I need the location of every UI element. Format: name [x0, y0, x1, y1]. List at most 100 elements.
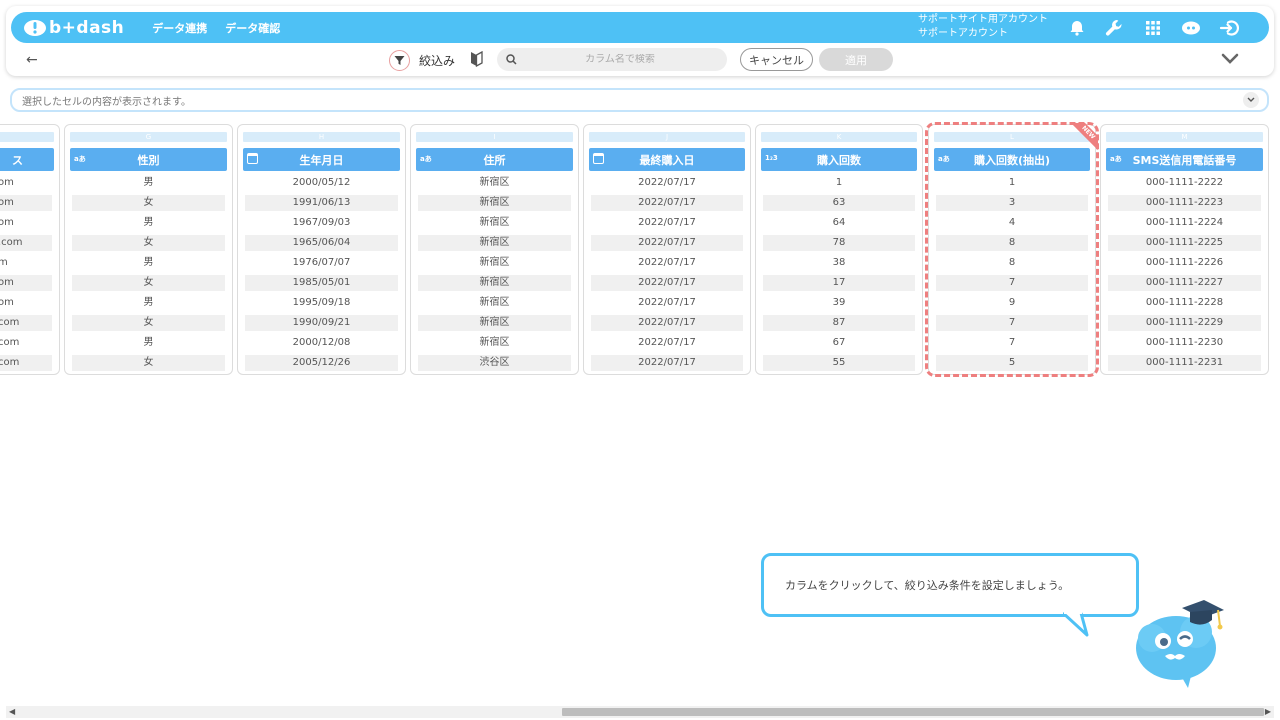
horizontal-scrollbar[interactable]: ◀ ▶ [6, 706, 1274, 718]
bell-icon[interactable] [1067, 18, 1087, 38]
account-info[interactable]: サポートサイト用アカウント サポートアカウント [918, 13, 1048, 41]
grid-cell[interactable]: 1991/06/13 [245, 195, 398, 211]
grid-cell[interactable]: 男 [72, 295, 225, 311]
logo[interactable]: b+dash [23, 18, 124, 38]
column-header[interactable]: aあ 住所 [416, 148, 573, 171]
grid-cell[interactable]: 新宿区 [418, 275, 571, 291]
grid-cell[interactable]: 2022/07/17 [591, 175, 743, 191]
grid-cell[interactable]: 1967/09/03 [245, 215, 398, 231]
column-search-box[interactable] [497, 48, 727, 71]
grid-cell[interactable]: 39 [763, 295, 915, 311]
scroll-left-icon[interactable]: ◀ [9, 707, 15, 716]
grid-cell[interactable]: 新宿区 [418, 335, 571, 351]
grid-cell[interactable]: 2000/05/12 [245, 175, 398, 191]
scroll-right-icon[interactable]: ▶ [1265, 707, 1271, 716]
column-header[interactable]: ス [0, 148, 54, 171]
grid-cell[interactable]: 男 [72, 215, 225, 231]
grid-cell[interactable]: 2022/07/17 [591, 295, 743, 311]
grid-cell[interactable]: 1995/09/18 [245, 295, 398, 311]
nav-data-integration[interactable]: データ連携 [152, 20, 207, 36]
grid-cell[interactable]: 2022/07/17 [591, 255, 743, 271]
grid-cell[interactable]: 渋谷区 [418, 355, 571, 371]
column-header[interactable]: aあ 性別 [70, 148, 227, 171]
grid-cell[interactable]: 1985/05/01 [245, 275, 398, 291]
grid-cell[interactable]: 女 [72, 275, 225, 291]
grid-cell[interactable]: 000-1111-2228 [1108, 295, 1261, 311]
scrollbar-thumb[interactable] [562, 708, 1264, 716]
apps-grid-icon[interactable] [1143, 18, 1163, 38]
grid-cell[interactable]: 2022/07/17 [591, 235, 743, 251]
back-arrow-icon[interactable]: ← [26, 52, 38, 68]
grid-cell[interactable]: 新宿区 [418, 255, 571, 271]
grid-cell[interactable]: 女 [72, 235, 225, 251]
grid-cell[interactable]: 000-1111-2230 [1108, 335, 1261, 351]
cancel-button[interactable]: キャンセル [740, 48, 813, 71]
wrench-icon[interactable] [1104, 18, 1124, 38]
grid-cell[interactable]: 2005/12/26 [245, 355, 398, 371]
column-header[interactable]: 生年月日 [243, 148, 400, 171]
grid-cell[interactable]: com [0, 335, 52, 351]
grid-cell[interactable]: m [0, 255, 52, 271]
filter-icon[interactable] [389, 50, 410, 71]
grid-cell[interactable]: com [0, 315, 52, 331]
column-header[interactable]: 最終購入日 [589, 148, 745, 171]
beginner-mark-icon[interactable] [470, 50, 483, 71]
grid-cell[interactable]: 新宿区 [418, 295, 571, 311]
grid-cell[interactable]: 2022/07/17 [591, 355, 743, 371]
grid-cell[interactable]: 000-1111-2226 [1108, 255, 1261, 271]
grid-cell[interactable]: 17 [763, 275, 915, 291]
grid-cell[interactable]: 38 [763, 255, 915, 271]
grid-cell[interactable]: 2022/07/17 [591, 335, 743, 351]
apply-button[interactable]: 適用 [819, 48, 893, 71]
grid-cell[interactable]: 1990/09/21 [245, 315, 398, 331]
grid-cell[interactable]: 女 [72, 195, 225, 211]
grid-cell[interactable]: 1976/07/07 [245, 255, 398, 271]
grid-cell[interactable]: 000-1111-2225 [1108, 235, 1261, 251]
grid-column[interactable]: K 1₂3 購入回数 1 63 64 78 38 17 39 87 67 55 [755, 124, 923, 375]
grid-cell[interactable]: 64 [763, 215, 915, 231]
grid-cell[interactable]: 1 [763, 175, 915, 191]
grid-cell[interactable]: 000-1111-2224 [1108, 215, 1261, 231]
grid-cell[interactable]: 000-1111-2223 [1108, 195, 1261, 211]
grid-cell[interactable]: 78 [763, 235, 915, 251]
grid-cell[interactable]: 男 [72, 175, 225, 191]
grid-cell[interactable]: 新宿区 [418, 235, 571, 251]
grid-cell[interactable]: 55 [763, 355, 915, 371]
grid-column[interactable]: Gaあ 性別男女男女男女男女男女 [64, 124, 233, 375]
grid-cell[interactable]: 新宿区 [418, 315, 571, 331]
grid-cell[interactable]: 87 [763, 315, 915, 331]
grid-cell[interactable]: 新宿区 [418, 215, 571, 231]
grid-cell[interactable]: 男 [72, 335, 225, 351]
grid-cell[interactable]: om [0, 195, 52, 211]
grid-cell[interactable]: 1965/06/04 [245, 235, 398, 251]
grid-cell[interactable]: 女 [72, 315, 225, 331]
logout-icon[interactable] [1219, 18, 1239, 38]
grid-column[interactable]: J 最終購入日 2022/07/17 2022/07/17 2022/07/17 2022… [583, 124, 751, 375]
grid-cell[interactable]: com [0, 355, 52, 371]
grid-cell[interactable]: om [0, 295, 52, 311]
grid-column[interactable]: Maあ SMS送信用電話番号 000-1111-2222 000-1111-2223 0… [1100, 124, 1269, 375]
grid-cell[interactable]: om [0, 175, 52, 191]
grid-cell[interactable]: 2022/07/17 [591, 315, 743, 331]
grid-cell[interactable]: 新宿区 [418, 195, 571, 211]
grid-cell[interactable]: 2022/07/17 [591, 275, 743, 291]
grid-cell[interactable]: 000-1111-2227 [1108, 275, 1261, 291]
nav-data-check[interactable]: データ確認 [225, 20, 280, 36]
chevron-down-icon[interactable] [1243, 92, 1259, 108]
grid-cell[interactable]: 000-1111-2222 [1108, 175, 1261, 191]
search-input[interactable] [525, 54, 715, 65]
column-header[interactable]: aあ SMS送信用電話番号 [1106, 148, 1263, 171]
grid-cell[interactable]: 63 [763, 195, 915, 211]
grid-cell[interactable]: 2022/07/17 [591, 215, 743, 231]
grid-cell[interactable]: om [0, 215, 52, 231]
support-cloud-icon[interactable] [1181, 18, 1201, 38]
grid-cell[interactable]: om [0, 275, 52, 291]
chevron-down-icon[interactable] [1221, 50, 1241, 68]
column-header[interactable]: 1₂3 購入回数 [761, 148, 917, 171]
grid-cell[interactable]: 67 [763, 335, 915, 351]
grid-cell[interactable]: 000-1111-2229 [1108, 315, 1261, 331]
grid-cell[interactable]: 2000/12/08 [245, 335, 398, 351]
grid-cell[interactable]: 新宿区 [418, 175, 571, 191]
grid-cell[interactable]: 2022/07/17 [591, 195, 743, 211]
grid-cell[interactable]: 男 [72, 255, 225, 271]
